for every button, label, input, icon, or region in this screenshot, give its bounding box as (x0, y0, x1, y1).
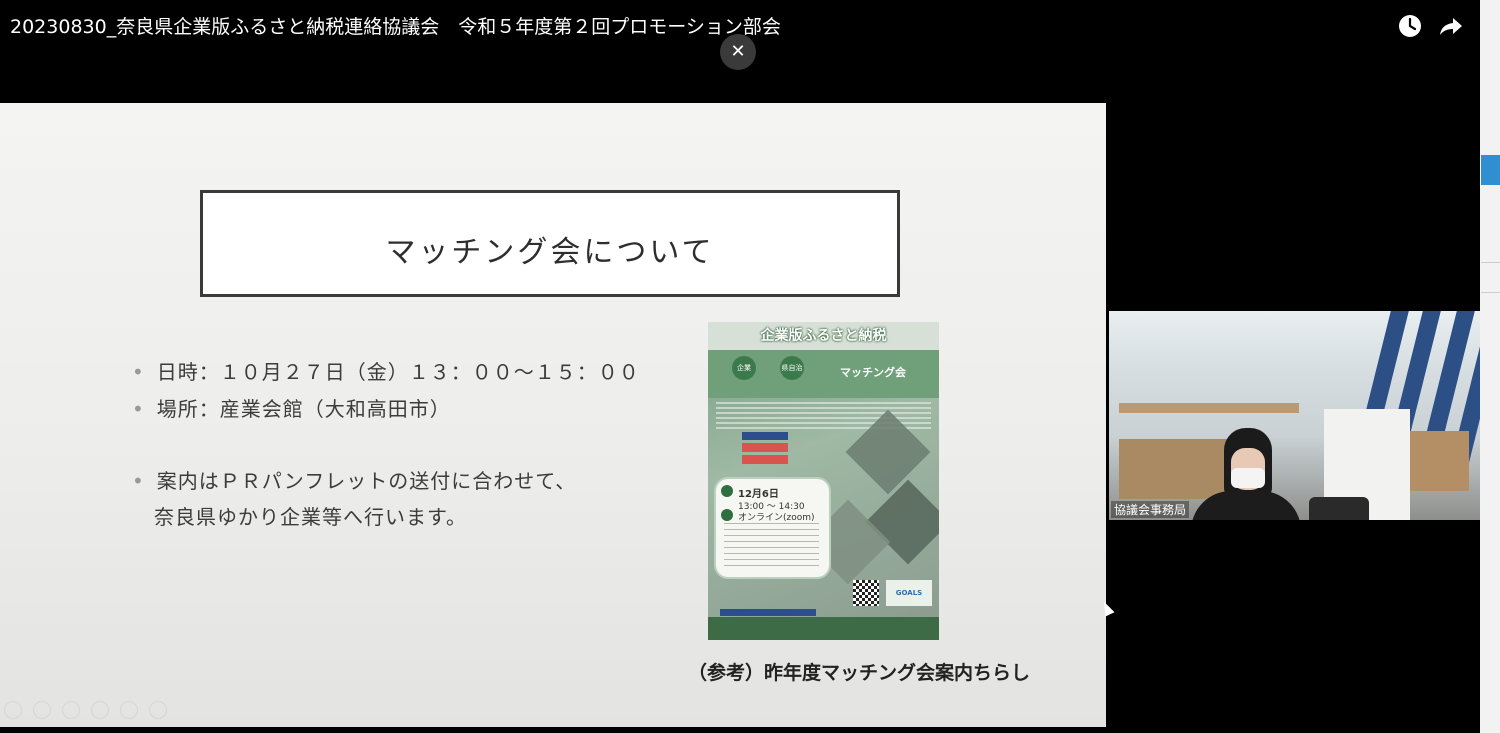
flyer-match: マッチング会 (840, 366, 906, 379)
flyer-deadline (720, 609, 816, 616)
flyer-red-box (742, 443, 788, 452)
clock-icon[interactable] (1397, 13, 1423, 39)
boxes (1119, 439, 1239, 499)
background-window-edge (1480, 0, 1500, 733)
flyer-title: 企業版ふるさと納税 (708, 322, 939, 350)
divider (1481, 292, 1500, 293)
video-title: 20230830_奈良県企業版ふるさと納税連絡協議会 令和５年度第２回プロモーシ… (10, 16, 781, 38)
close-icon: ✕ (730, 41, 746, 62)
flyer-online: オンライン(zoom) (738, 513, 815, 523)
prev-slide-icon[interactable] (4, 701, 22, 719)
bullet-guide: • 案内はＰＲパンフレットの送付に合わせて、 (132, 469, 577, 493)
flyer-image: 企業版ふるさと納税 企業 県自治 マッチング会 12月6日 13:00 ～ 14… (708, 322, 939, 640)
flyer-schedule (724, 523, 819, 571)
chair (1309, 497, 1369, 520)
slides-icon[interactable] (91, 701, 109, 719)
slide-title: マッチング会について (385, 235, 715, 270)
participant-video[interactable]: 協議会事務局 (1109, 311, 1480, 520)
flyer-badge (721, 509, 733, 521)
flyer-info-box: 12月6日 13:00 ～ 14:30 オンライン(zoom) (714, 477, 831, 579)
flyer-sdgs-logo: GOALS (886, 580, 932, 606)
flyer-red-box (742, 455, 788, 464)
participant-name: 協議会事務局 (1111, 501, 1190, 518)
flyer-qr-code (853, 580, 879, 606)
bullet-datetime: • 日時：１０月２７日（金）１３：００～１５：００ (132, 360, 640, 384)
share-icon[interactable] (1438, 13, 1464, 39)
zoom-icon[interactable] (120, 701, 138, 719)
next-slide-icon[interactable] (33, 701, 51, 719)
flyer-merit-box (742, 432, 788, 440)
person-mask (1231, 468, 1265, 488)
close-button[interactable]: ✕ (720, 34, 756, 70)
bullet-venue: • 場所：産業会館（大和高田市） (132, 397, 451, 421)
shelf (1119, 403, 1299, 413)
flyer-date: 12月6日 (738, 489, 779, 500)
slide-title-box: マッチング会について (200, 190, 900, 297)
flyer-circle-gov: 県自治 (780, 356, 804, 380)
more-icon[interactable] (149, 701, 167, 719)
flyer-circle-company: 企業 (732, 356, 756, 380)
bullet-guide-cont: 奈良県ゆかり企業等へ行います。 (154, 505, 467, 529)
flyer-caption: （参考）昨年度マッチング会案内ちらし (688, 662, 1031, 684)
background-window-accent (1481, 155, 1500, 185)
pen-icon[interactable] (62, 701, 80, 719)
presentation-slide: マッチング会について • 日時：１０月２７日（金）１３：００～１５：００ • 場所：… (0, 103, 1106, 727)
divider (1481, 262, 1500, 263)
flyer-badge (721, 485, 733, 497)
slide-controls (4, 701, 178, 721)
flyer-footer (708, 617, 939, 640)
